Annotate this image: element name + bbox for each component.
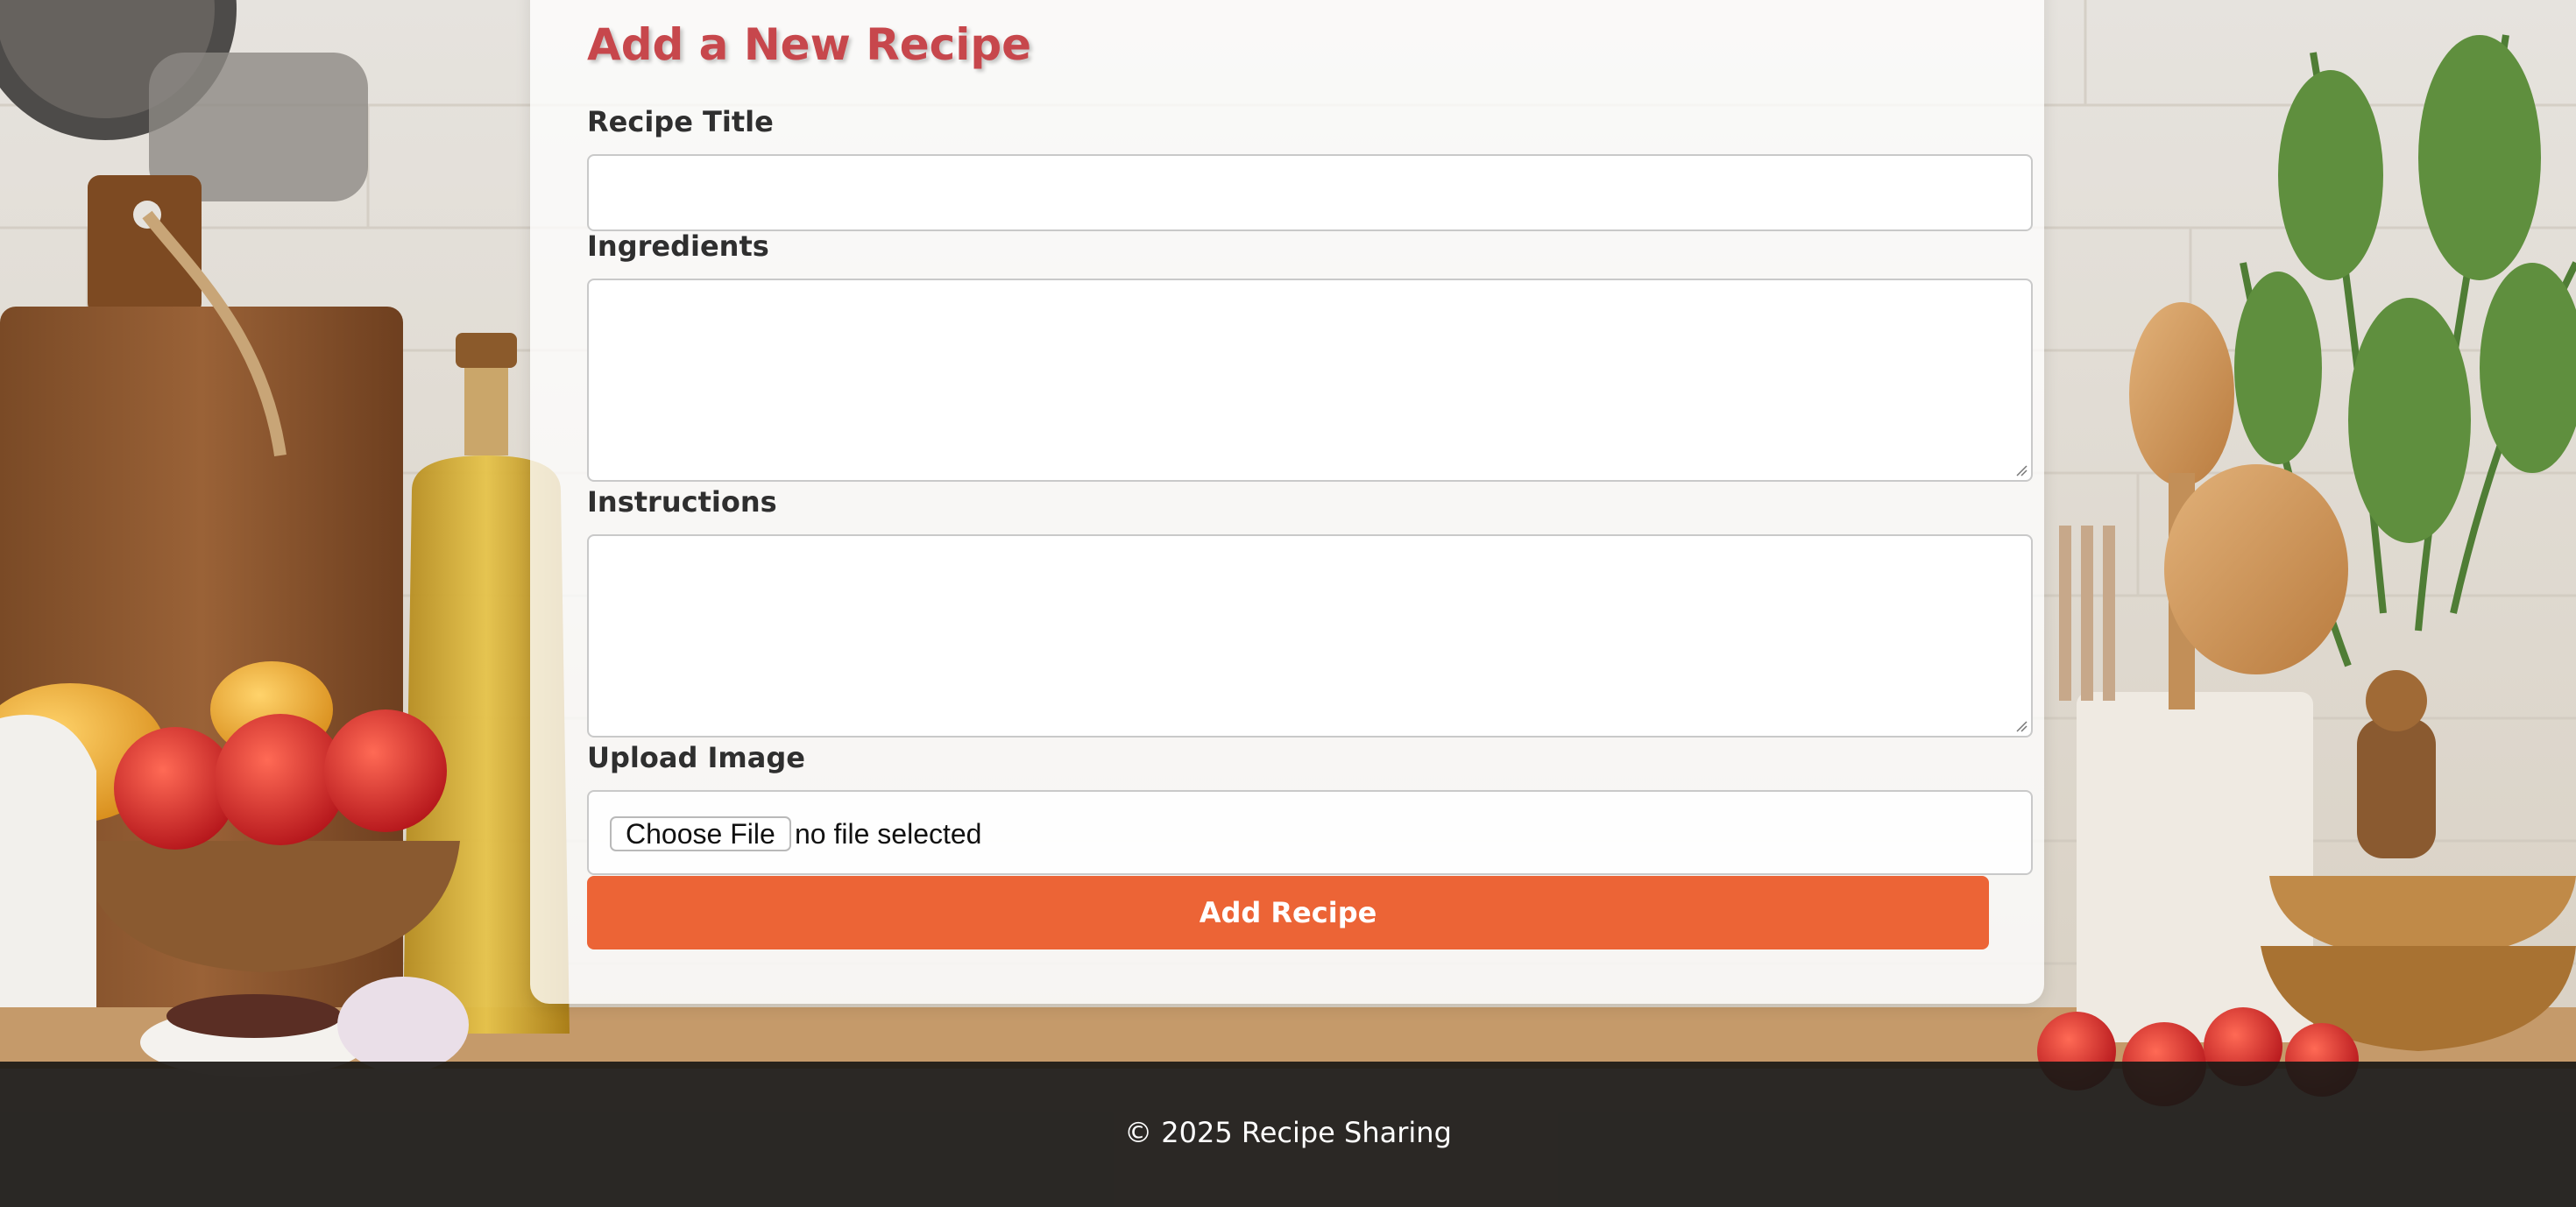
choose-file-button[interactable]: Choose File: [610, 816, 791, 851]
resize-grip-icon[interactable]: [2015, 720, 2028, 732]
footer: © 2025 Recipe Sharing: [0, 1062, 2576, 1207]
resize-grip-icon[interactable]: [2015, 464, 2028, 476]
ingredients-textarea[interactable]: [587, 279, 2033, 482]
recipe-title-input[interactable]: [587, 154, 2033, 231]
image-file-input[interactable]: Choose File no file selected: [587, 790, 2033, 875]
upload-image-label: Upload Image: [587, 741, 805, 774]
ingredients-label: Ingredients: [587, 229, 769, 263]
page: Add a New Recipe Recipe Title Ingredient…: [0, 0, 2576, 1207]
add-recipe-button[interactable]: Add Recipe: [587, 876, 1989, 949]
footer-copyright: © 2025 Recipe Sharing: [1124, 1116, 1452, 1149]
recipe-title-label: Recipe Title: [587, 105, 774, 138]
instructions-textarea[interactable]: [587, 534, 2033, 738]
instructions-label: Instructions: [587, 485, 777, 519]
file-status-text: no file selected: [795, 818, 982, 850]
page-title: Add a New Recipe: [587, 19, 1032, 70]
